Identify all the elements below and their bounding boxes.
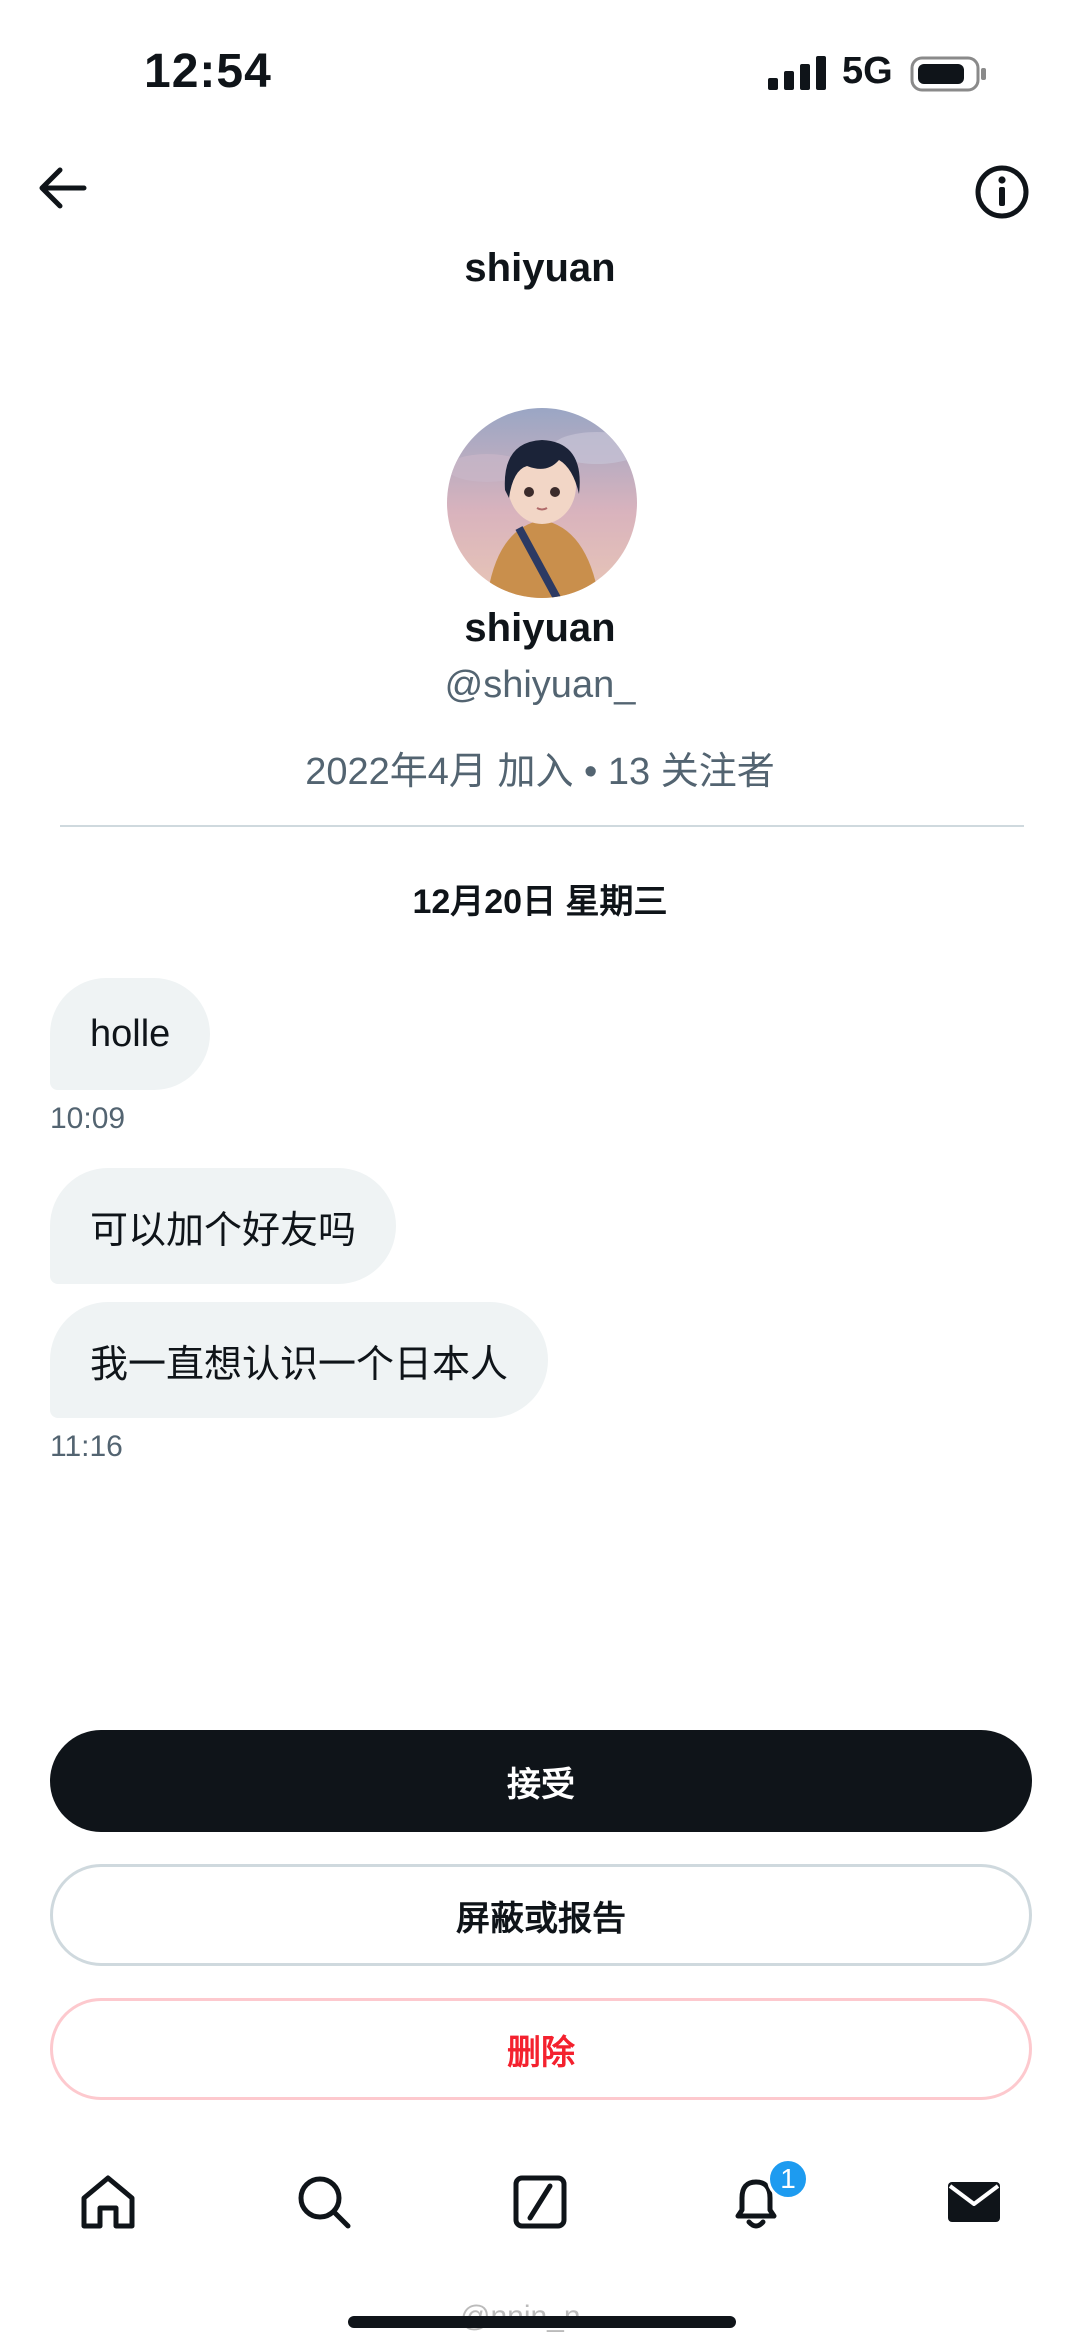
avatar[interactable] <box>447 408 637 598</box>
info-icon[interactable] <box>972 162 1032 222</box>
message-timestamp: 10:09 <box>50 1102 126 1135</box>
notification-badge: 1 <box>767 2158 809 2200</box>
profile-join-followers: 2022年4月 加入 • 13 关注者 <box>305 751 775 793</box>
message-bubble[interactable]: 我一直想认识一个日本人 <box>50 1302 549 1418</box>
home-indicator[interactable] <box>348 2316 736 2328</box>
messages-icon[interactable] <box>942 2170 1006 2234</box>
message-bubble[interactable]: 可以加个好友吗 <box>50 1168 397 1284</box>
delete-button[interactable]: 删除 <box>50 1998 1032 2100</box>
avatar-illustration-icon <box>447 408 637 598</box>
message-text: 我一直想认识一个日本人 <box>90 1343 509 1386</box>
divider <box>60 825 1024 827</box>
home-icon[interactable] <box>76 2170 140 2234</box>
block-or-report-button[interactable]: 屏蔽或报告 <box>50 1864 1032 1966</box>
status-time: 12:54 <box>144 45 272 98</box>
signal-strength-icon <box>768 56 826 90</box>
message-text: holle <box>90 1012 171 1055</box>
network-type: 5G <box>842 50 893 92</box>
message-timestamp: 11:16 <box>50 1430 123 1463</box>
date-separator: 12月20日 星期三 <box>412 883 668 921</box>
conversation-title: shiyuan <box>464 246 616 290</box>
message-text: 可以加个好友吗 <box>90 1209 357 1252</box>
dm-request-screen: 12:54 5G shiyuan shiyuan @shiyuan_ 2022年… <box>0 0 1080 2341</box>
battery-icon <box>910 56 986 92</box>
back-arrow-icon[interactable] <box>34 160 90 216</box>
profile-handle[interactable]: @shiyuan_ <box>0 664 1080 707</box>
search-icon[interactable] <box>292 2170 356 2234</box>
status-bar: 12:54 5G <box>0 0 1080 150</box>
accept-button[interactable]: 接受 <box>50 1730 1032 1832</box>
communities-icon[interactable] <box>508 2170 572 2234</box>
profile-name[interactable]: shiyuan <box>0 606 1080 651</box>
message-bubble[interactable]: holle <box>50 978 211 1090</box>
